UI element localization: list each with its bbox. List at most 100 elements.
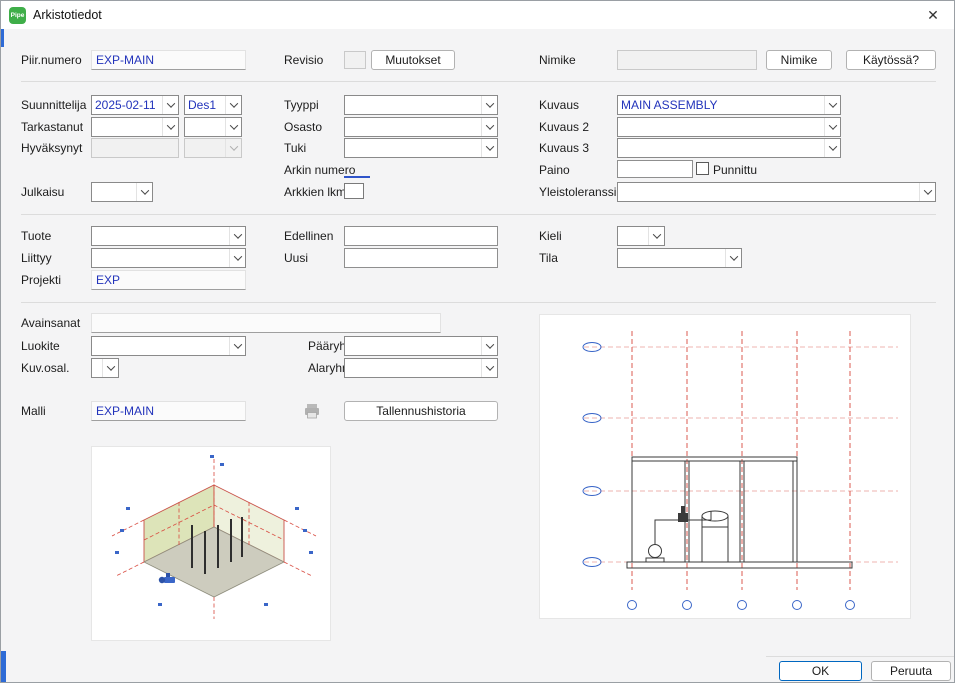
projekti-input[interactable] bbox=[91, 270, 246, 290]
window-edge-accent-bottom bbox=[1, 651, 6, 683]
drawing-elevation-preview bbox=[539, 314, 911, 619]
iso-preview-drawing bbox=[92, 447, 332, 642]
julkaisu-combo[interactable] bbox=[91, 182, 153, 202]
separator-1 bbox=[21, 81, 936, 82]
tarkastanut-date-combo[interactable] bbox=[91, 117, 179, 137]
kuvaus3-combo[interactable] bbox=[617, 138, 841, 158]
liittyy-label: Liittyy bbox=[21, 250, 52, 266]
kuv-osal-combo[interactable] bbox=[91, 358, 119, 378]
muutokset-button[interactable]: Muutokset bbox=[371, 50, 455, 70]
separator-2 bbox=[21, 214, 936, 215]
elevation-preview-drawing bbox=[540, 315, 912, 620]
liittyy-combo[interactable] bbox=[91, 248, 246, 268]
paino-input[interactable] bbox=[617, 160, 693, 178]
kieli-combo[interactable] bbox=[617, 226, 665, 246]
tila-label: Tila bbox=[539, 250, 558, 266]
print-icon[interactable] bbox=[303, 402, 321, 420]
window-title: Arkistotiedot bbox=[33, 1, 102, 29]
chevron-down-icon bbox=[824, 96, 840, 114]
chevron-down-icon bbox=[824, 118, 840, 136]
kieli-label: Kieli bbox=[539, 228, 562, 244]
suunnittelija-date-value: 2025-02-11 bbox=[92, 98, 162, 112]
kuv-osal-label: Kuv.osal. bbox=[21, 360, 69, 376]
revisio-input[interactable] bbox=[344, 51, 366, 69]
chevron-down-icon bbox=[225, 139, 241, 157]
kaytossa-button[interactable]: Käytössä? bbox=[846, 50, 936, 70]
window-edge-accent-top bbox=[1, 29, 4, 47]
yleistoleranssi-combo[interactable] bbox=[617, 182, 936, 202]
luokite-combo[interactable] bbox=[91, 336, 246, 356]
hyvaksynyt-label: Hyväksynyt bbox=[21, 140, 82, 156]
malli-label: Malli bbox=[21, 403, 46, 419]
piir-numero-label: Piir.numero bbox=[21, 52, 82, 68]
chevron-down-icon bbox=[225, 118, 241, 136]
kuvaus2-combo[interactable] bbox=[617, 117, 841, 137]
osasto-label: Osasto bbox=[284, 119, 322, 135]
punnittu-checkbox[interactable] bbox=[696, 162, 709, 175]
arkistotiedot-dialog: Pipe Arkistotiedot ✕ Piir.numero Revisio… bbox=[0, 0, 955, 683]
kuvaus2-label: Kuvaus 2 bbox=[539, 119, 589, 135]
ok-button[interactable]: OK bbox=[779, 661, 862, 681]
arkin-numero-input[interactable] bbox=[344, 160, 370, 178]
chevron-down-icon bbox=[102, 359, 118, 377]
nimike-input[interactable] bbox=[617, 50, 757, 70]
app-icon: Pipe bbox=[9, 7, 26, 24]
kuvaus-combo[interactable]: MAIN ASSEMBLY bbox=[617, 95, 841, 115]
chevron-down-icon bbox=[919, 183, 935, 201]
arkkien-lkm-input[interactable] bbox=[344, 183, 364, 199]
cancel-button[interactable]: Peruuta bbox=[871, 661, 951, 681]
tyyppi-label: Tyyppi bbox=[284, 97, 319, 113]
paaryhma-combo[interactable] bbox=[344, 336, 498, 356]
kuvaus-label: Kuvaus bbox=[539, 97, 579, 113]
hyvaksynyt-designer-combo bbox=[184, 138, 242, 158]
close-button[interactable]: ✕ bbox=[916, 1, 950, 29]
julkaisu-label: Julkaisu bbox=[21, 184, 64, 200]
chevron-down-icon bbox=[481, 359, 497, 377]
nimike-label: Nimike bbox=[539, 52, 576, 68]
close-icon: ✕ bbox=[927, 7, 939, 24]
chevron-down-icon bbox=[648, 227, 664, 245]
tarkastanut-designer-combo[interactable] bbox=[184, 117, 242, 137]
punnittu-label: Punnittu bbox=[713, 162, 757, 178]
suunnittelija-date-combo[interactable]: 2025-02-11 bbox=[91, 95, 179, 115]
chevron-down-icon bbox=[481, 96, 497, 114]
chevron-down-icon bbox=[229, 337, 245, 355]
paino-label: Paino bbox=[539, 162, 570, 178]
tyyppi-combo[interactable] bbox=[344, 95, 498, 115]
tuki-combo[interactable] bbox=[344, 138, 498, 158]
hyvaksynyt-input bbox=[91, 138, 179, 158]
footer-separator bbox=[766, 656, 955, 657]
revisio-label: Revisio bbox=[284, 52, 323, 68]
osasto-combo[interactable] bbox=[344, 117, 498, 137]
app-icon-label: Pipe bbox=[11, 12, 25, 19]
suunnittelija-designer-combo[interactable]: Des1 bbox=[184, 95, 242, 115]
tuote-combo[interactable] bbox=[91, 226, 246, 246]
alaryhma-combo[interactable] bbox=[344, 358, 498, 378]
yleistoleranssi-label: Yleistoleranssi bbox=[539, 184, 616, 200]
chevron-down-icon bbox=[136, 183, 152, 201]
projekti-label: Projekti bbox=[21, 272, 61, 288]
tuki-label: Tuki bbox=[284, 140, 306, 156]
suunnittelija-label: Suunnittelija bbox=[21, 97, 86, 113]
tarkastanut-label: Tarkastanut bbox=[21, 119, 83, 135]
chevron-down-icon bbox=[225, 96, 241, 114]
piir-numero-input[interactable] bbox=[91, 50, 246, 70]
tila-combo[interactable] bbox=[617, 248, 742, 268]
uusi-label: Uusi bbox=[284, 250, 308, 266]
edellinen-label: Edellinen bbox=[284, 228, 333, 244]
chevron-down-icon bbox=[229, 227, 245, 245]
chevron-down-icon bbox=[481, 139, 497, 157]
nimike-button[interactable]: Nimike bbox=[766, 50, 832, 70]
uusi-input[interactable] bbox=[344, 248, 498, 268]
chevron-down-icon bbox=[824, 139, 840, 157]
malli-input[interactable] bbox=[91, 401, 246, 421]
avainsanat-input[interactable] bbox=[91, 313, 441, 333]
avainsanat-label: Avainsanat bbox=[21, 315, 80, 331]
chevron-down-icon bbox=[162, 96, 178, 114]
arkkien-lkm-label: Arkkien lkm bbox=[284, 184, 346, 200]
tuote-label: Tuote bbox=[21, 228, 51, 244]
chevron-down-icon bbox=[162, 118, 178, 136]
tallennushistoria-button[interactable]: Tallennushistoria bbox=[344, 401, 498, 421]
edellinen-input[interactable] bbox=[344, 226, 498, 246]
chevron-down-icon bbox=[725, 249, 741, 267]
